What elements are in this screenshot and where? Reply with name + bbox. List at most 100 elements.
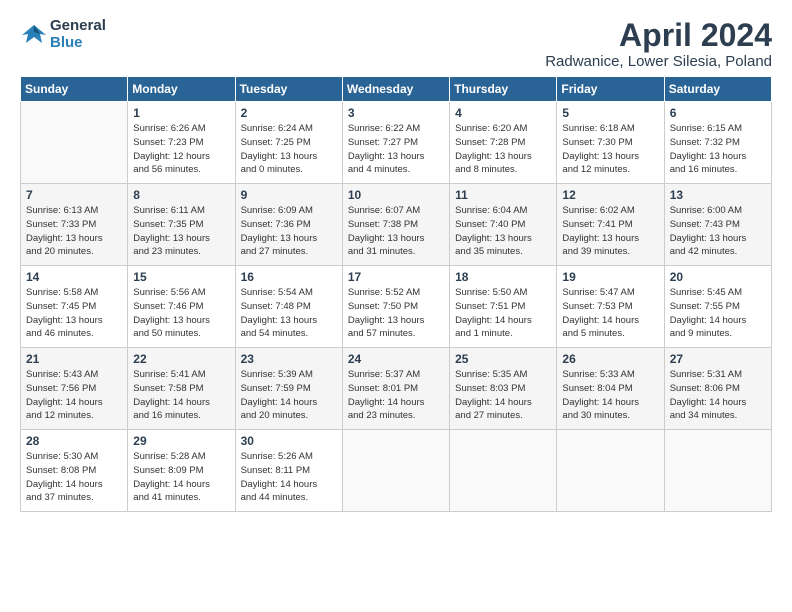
header: General Blue April 2024 Radwanice, Lower… bbox=[20, 18, 772, 70]
day-info: Sunrise: 5:50 AM Sunset: 7:51 PM Dayligh… bbox=[455, 286, 551, 341]
day-number: 3 bbox=[348, 106, 444, 120]
day-number: 20 bbox=[670, 270, 766, 284]
calendar-cell: 15Sunrise: 5:56 AM Sunset: 7:46 PM Dayli… bbox=[128, 266, 235, 348]
logo-icon bbox=[20, 21, 48, 49]
day-info: Sunrise: 6:26 AM Sunset: 7:23 PM Dayligh… bbox=[133, 122, 229, 177]
logo-blue: Blue bbox=[50, 35, 106, 52]
day-info: Sunrise: 5:26 AM Sunset: 8:11 PM Dayligh… bbox=[241, 450, 337, 505]
calendar-week-1: 7 Sunrise: 6:13 AM Sunset: 7:33 PM Daylig… bbox=[21, 184, 772, 266]
calendar-week-4: 28Sunrise: 5:30 AM Sunset: 8:08 PM Dayli… bbox=[21, 430, 772, 512]
calendar-cell: 22 Sunrise: 5:41 AM Sunset: 7:58 PM Dayli… bbox=[128, 348, 235, 430]
day-info: Sunrise: 5:45 AM Sunset: 7:55 PM Dayligh… bbox=[670, 286, 766, 341]
day-info: Sunrise: 6:02 AM Sunset: 7:41 PM Dayligh… bbox=[562, 204, 658, 259]
day-number: 29 bbox=[133, 434, 229, 448]
day-info: Sunrise: 6:15 AM Sunset: 7:32 PM Dayligh… bbox=[670, 122, 766, 177]
calendar-cell: 25 Sunrise: 5:35 AM Sunset: 8:03 PM Dayli… bbox=[450, 348, 557, 430]
day-number: 16 bbox=[241, 270, 337, 284]
day-number: 6 bbox=[670, 106, 766, 120]
calendar-cell bbox=[664, 430, 771, 512]
day-number: 9 bbox=[241, 188, 337, 202]
day-number: 13 bbox=[670, 188, 766, 202]
calendar-cell: 7 Sunrise: 6:13 AM Sunset: 7:33 PM Daylig… bbox=[21, 184, 128, 266]
day-info: Sunrise: 6:18 AM Sunset: 7:30 PM Dayligh… bbox=[562, 122, 658, 177]
day-number: 22 bbox=[133, 352, 229, 366]
calendar-cell bbox=[557, 430, 664, 512]
calendar-cell: 24Sunrise: 5:37 AM Sunset: 8:01 PM Dayli… bbox=[342, 348, 449, 430]
day-number: 19 bbox=[562, 270, 658, 284]
day-info: Sunrise: 6:09 AM Sunset: 7:36 PM Dayligh… bbox=[241, 204, 337, 259]
calendar-cell: 19Sunrise: 5:47 AM Sunset: 7:53 PM Dayli… bbox=[557, 266, 664, 348]
calendar-week-2: 14Sunrise: 5:58 AM Sunset: 7:45 PM Dayli… bbox=[21, 266, 772, 348]
calendar-cell: 17 Sunrise: 5:52 AM Sunset: 7:50 PM Dayli… bbox=[342, 266, 449, 348]
day-info: Sunrise: 5:37 AM Sunset: 8:01 PM Dayligh… bbox=[348, 368, 444, 423]
calendar-cell: 8 Sunrise: 6:11 AM Sunset: 7:35 PM Daylig… bbox=[128, 184, 235, 266]
day-number: 10 bbox=[348, 188, 444, 202]
calendar-cell: 6 Sunrise: 6:15 AM Sunset: 7:32 PM Daylig… bbox=[664, 102, 771, 184]
calendar-cell: 13 Sunrise: 6:00 AM Sunset: 7:43 PM Dayli… bbox=[664, 184, 771, 266]
col-monday: Monday bbox=[128, 77, 235, 102]
day-info: Sunrise: 5:33 AM Sunset: 8:04 PM Dayligh… bbox=[562, 368, 658, 423]
day-number: 2 bbox=[241, 106, 337, 120]
day-number: 30 bbox=[241, 434, 337, 448]
day-info: Sunrise: 5:58 AM Sunset: 7:45 PM Dayligh… bbox=[26, 286, 122, 341]
title-block: April 2024 Radwanice, Lower Silesia, Pol… bbox=[545, 18, 772, 70]
day-number: 11 bbox=[455, 188, 551, 202]
day-number: 4 bbox=[455, 106, 551, 120]
calendar-cell: 29 Sunrise: 5:28 AM Sunset: 8:09 PM Dayli… bbox=[128, 430, 235, 512]
col-wednesday: Wednesday bbox=[342, 77, 449, 102]
calendar-cell: 2 Sunrise: 6:24 AM Sunset: 7:25 PM Daylig… bbox=[235, 102, 342, 184]
day-number: 21 bbox=[26, 352, 122, 366]
calendar-cell: 9 Sunrise: 6:09 AM Sunset: 7:36 PM Daylig… bbox=[235, 184, 342, 266]
day-number: 15 bbox=[133, 270, 229, 284]
calendar-cell: 5 Sunrise: 6:18 AM Sunset: 7:30 PM Daylig… bbox=[557, 102, 664, 184]
col-saturday: Saturday bbox=[664, 77, 771, 102]
calendar-cell: 16 Sunrise: 5:54 AM Sunset: 7:48 PM Dayli… bbox=[235, 266, 342, 348]
day-info: Sunrise: 5:41 AM Sunset: 7:58 PM Dayligh… bbox=[133, 368, 229, 423]
col-sunday: Sunday bbox=[21, 77, 128, 102]
day-info: Sunrise: 5:28 AM Sunset: 8:09 PM Dayligh… bbox=[133, 450, 229, 505]
day-number: 17 bbox=[348, 270, 444, 284]
calendar-cell: 20 Sunrise: 5:45 AM Sunset: 7:55 PM Dayli… bbox=[664, 266, 771, 348]
day-number: 1 bbox=[133, 106, 229, 120]
day-info: Sunrise: 5:31 AM Sunset: 8:06 PM Dayligh… bbox=[670, 368, 766, 423]
calendar-cell: 18Sunrise: 5:50 AM Sunset: 7:51 PM Dayli… bbox=[450, 266, 557, 348]
day-info: Sunrise: 6:00 AM Sunset: 7:43 PM Dayligh… bbox=[670, 204, 766, 259]
calendar-subtitle: Radwanice, Lower Silesia, Poland bbox=[545, 53, 772, 70]
day-info: Sunrise: 6:13 AM Sunset: 7:33 PM Dayligh… bbox=[26, 204, 122, 259]
calendar-cell: 10 Sunrise: 6:07 AM Sunset: 7:38 PM Dayli… bbox=[342, 184, 449, 266]
calendar-cell: 3 Sunrise: 6:22 AM Sunset: 7:27 PM Daylig… bbox=[342, 102, 449, 184]
calendar-table: Sunday Monday Tuesday Wednesday Thursday… bbox=[20, 76, 772, 512]
calendar-cell: 14Sunrise: 5:58 AM Sunset: 7:45 PM Dayli… bbox=[21, 266, 128, 348]
logo-text: General Blue bbox=[50, 18, 106, 51]
day-info: Sunrise: 5:39 AM Sunset: 7:59 PM Dayligh… bbox=[241, 368, 337, 423]
calendar-cell: 23 Sunrise: 5:39 AM Sunset: 7:59 PM Dayli… bbox=[235, 348, 342, 430]
calendar-cell: 4Sunrise: 6:20 AM Sunset: 7:28 PM Daylig… bbox=[450, 102, 557, 184]
day-number: 28 bbox=[26, 434, 122, 448]
day-info: Sunrise: 6:07 AM Sunset: 7:38 PM Dayligh… bbox=[348, 204, 444, 259]
calendar-title: April 2024 bbox=[545, 18, 772, 53]
day-info: Sunrise: 5:52 AM Sunset: 7:50 PM Dayligh… bbox=[348, 286, 444, 341]
day-number: 5 bbox=[562, 106, 658, 120]
day-info: Sunrise: 6:04 AM Sunset: 7:40 PM Dayligh… bbox=[455, 204, 551, 259]
calendar-week-0: 1 Sunrise: 6:26 AM Sunset: 7:23 PM Daylig… bbox=[21, 102, 772, 184]
calendar-cell: 11 Sunrise: 6:04 AM Sunset: 7:40 PM Dayli… bbox=[450, 184, 557, 266]
day-info: Sunrise: 6:24 AM Sunset: 7:25 PM Dayligh… bbox=[241, 122, 337, 177]
day-number: 25 bbox=[455, 352, 551, 366]
day-info: Sunrise: 5:54 AM Sunset: 7:48 PM Dayligh… bbox=[241, 286, 337, 341]
logo: General Blue bbox=[20, 18, 106, 51]
col-thursday: Thursday bbox=[450, 77, 557, 102]
logo-general: General bbox=[50, 18, 106, 35]
calendar-cell: 30 Sunrise: 5:26 AM Sunset: 8:11 PM Dayli… bbox=[235, 430, 342, 512]
day-number: 7 bbox=[26, 188, 122, 202]
day-info: Sunrise: 6:11 AM Sunset: 7:35 PM Dayligh… bbox=[133, 204, 229, 259]
day-info: Sunrise: 6:22 AM Sunset: 7:27 PM Dayligh… bbox=[348, 122, 444, 177]
day-number: 12 bbox=[562, 188, 658, 202]
day-info: Sunrise: 5:35 AM Sunset: 8:03 PM Dayligh… bbox=[455, 368, 551, 423]
calendar-cell: 12 Sunrise: 6:02 AM Sunset: 7:41 PM Dayli… bbox=[557, 184, 664, 266]
day-number: 8 bbox=[133, 188, 229, 202]
calendar-cell bbox=[342, 430, 449, 512]
col-tuesday: Tuesday bbox=[235, 77, 342, 102]
day-number: 23 bbox=[241, 352, 337, 366]
calendar-cell: 28Sunrise: 5:30 AM Sunset: 8:08 PM Dayli… bbox=[21, 430, 128, 512]
day-info: Sunrise: 5:43 AM Sunset: 7:56 PM Dayligh… bbox=[26, 368, 122, 423]
